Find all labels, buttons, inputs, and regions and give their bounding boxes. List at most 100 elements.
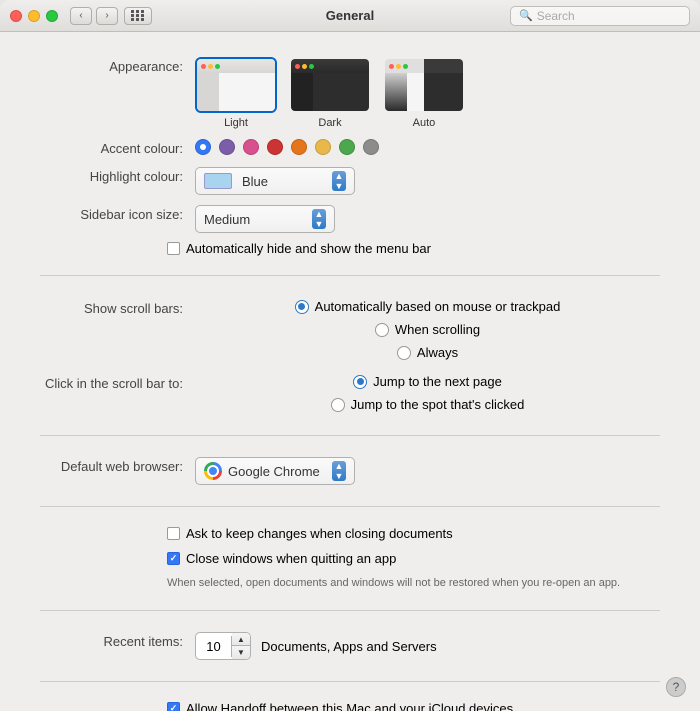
appearance-light[interactable]: Light [195,57,277,129]
default-browser-control: Google Chrome ▲ ▼ [195,457,660,485]
arrow-up-icon: ▲ [335,171,344,181]
click-scroll-bar-row: Click in the scroll bar to: Jump to the … [0,367,700,419]
documents-note-text: When selected, open documents and window… [167,577,620,589]
scroll-scrolling-label: When scrolling [395,322,480,337]
light-thumb-sidebar [197,73,219,111]
arrow-down-icon: ▼ [315,219,324,229]
arrow-up-icon: ▲ [335,461,344,471]
close-button[interactable] [10,10,22,22]
appearance-light-label: Light [224,117,248,129]
accent-orange[interactable] [291,139,307,155]
click-next-page-radio[interactable] [353,375,367,389]
menu-bar-checkbox[interactable] [167,242,180,255]
accent-pink[interactable] [243,139,259,155]
sidebar-icon-size-select[interactable]: Medium ▲ ▼ [195,205,335,233]
scroll-always-radio[interactable] [397,346,411,360]
light-thumb-dot-green [215,64,220,69]
search-bar[interactable]: 🔍 [510,6,690,26]
recent-items-stepper[interactable]: 10 ▲ ▼ [195,632,251,660]
click-scroll-bar-label: Click in the scroll bar to: [40,372,195,393]
dark-thumb-sidebar [291,73,313,111]
default-browser-row: Default web browser: Google Chrome ▲ ▼ [0,452,700,490]
appearance-dark-thumb [289,57,371,113]
sidebar-icon-size-value: Medium [204,212,306,227]
scroll-auto-radio[interactable] [295,300,309,314]
titlebar: ‹ › General 🔍 [0,0,700,32]
click-spot-radio[interactable] [331,398,345,412]
accent-yellow[interactable] [315,139,331,155]
accent-blue[interactable] [195,139,211,155]
scroll-scrolling-row: When scrolling [375,320,480,339]
highlight-colour-swatch [204,173,232,189]
stepper-down-button[interactable]: ▼ [232,646,250,659]
grid-button[interactable] [124,7,152,25]
handoff-checkbox[interactable] [167,702,180,711]
scroll-auto-row: Automatically based on mouse or trackpad [295,297,561,316]
forward-button[interactable]: › [96,7,118,25]
recent-items-control: 10 ▲ ▼ Documents, Apps and Servers [195,632,660,660]
highlight-colour-row: Highlight colour: Blue ▲ ▼ [0,162,700,200]
arrow-up-icon: ▲ [315,209,324,219]
show-scroll-bars-row: Show scroll bars: Automatically based on… [0,292,700,367]
main-content: Appearance: Light [0,32,700,711]
show-scroll-bars-control: Automatically based on mouse or trackpad… [195,297,660,362]
scroll-auto-label: Automatically based on mouse or trackpad [315,299,561,314]
search-input[interactable] [537,9,677,23]
back-button[interactable]: ‹ [70,7,92,25]
dark-thumb-content [313,73,369,111]
ask-changes-label: Ask to keep changes when closing documen… [186,526,453,541]
ask-changes-row: Ask to keep changes when closing documen… [0,523,700,544]
arrow-down-icon: ▼ [335,471,344,481]
appearance-label: Appearance: [40,57,195,74]
accent-graphite[interactable] [363,139,379,155]
sidebar-icon-size-row: Sidebar icon size: Medium ▲ ▼ [0,200,700,238]
appearance-options: Light Dark [195,57,465,129]
click-spot-row: Jump to the spot that's clicked [331,395,525,414]
help-button[interactable]: ? [666,677,686,697]
recent-items-label: Recent items: [40,632,195,649]
scroll-always-label: Always [417,345,458,360]
accent-colour-label: Accent colour: [40,139,195,156]
accent-red[interactable] [267,139,283,155]
menu-bar-row: Automatically hide and show the menu bar [0,238,700,259]
accent-colour-control [195,139,660,155]
scroll-always-row: Always [397,343,458,362]
separator-5 [40,681,660,682]
show-scroll-bars-label: Show scroll bars: [40,297,195,316]
highlight-colour-value: Blue [242,174,326,189]
stepper-buttons: ▲ ▼ [232,633,250,659]
click-scroll-bar-control: Jump to the next page Jump to the spot t… [195,372,660,414]
close-windows-row: Close windows when quitting an app [0,548,700,569]
dark-thumb-dot-green [309,64,314,69]
dark-thumb-dot-red [295,64,300,69]
separator-2 [40,435,660,436]
browser-icon [204,462,222,480]
maximize-button[interactable] [46,10,58,22]
documents-note: When selected, open documents and window… [0,571,700,594]
accent-colour-row: Accent colour: [0,134,700,162]
close-windows-checkbox[interactable] [167,552,180,565]
highlight-colour-select[interactable]: Blue ▲ ▼ [195,167,355,195]
light-thumb-content [219,73,275,111]
default-browser-select[interactable]: Google Chrome ▲ ▼ [195,457,355,485]
appearance-light-thumb [195,57,277,113]
minimize-button[interactable] [28,10,40,22]
stepper-up-button[interactable]: ▲ [232,633,250,646]
click-next-page-row: Jump to the next page [353,372,502,391]
default-browser-label: Default web browser: [40,457,195,474]
auto-thumb-dot-green [403,64,408,69]
auto-thumb-sidebar [385,73,407,111]
accent-green[interactable] [339,139,355,155]
sidebar-size-arrow: ▲ ▼ [312,209,326,229]
highlight-colour-label: Highlight colour: [40,167,195,184]
ask-changes-checkbox[interactable] [167,527,180,540]
appearance-auto-label: Auto [413,117,436,129]
close-windows-label: Close windows when quitting an app [186,551,396,566]
accent-purple[interactable] [219,139,235,155]
scroll-scrolling-radio[interactable] [375,323,389,337]
appearance-auto[interactable]: Auto [383,57,465,129]
appearance-dark[interactable]: Dark [289,57,371,129]
separator-1 [40,275,660,276]
dark-thumb-dot-yellow [302,64,307,69]
auto-thumb-dot-yellow [396,64,401,69]
